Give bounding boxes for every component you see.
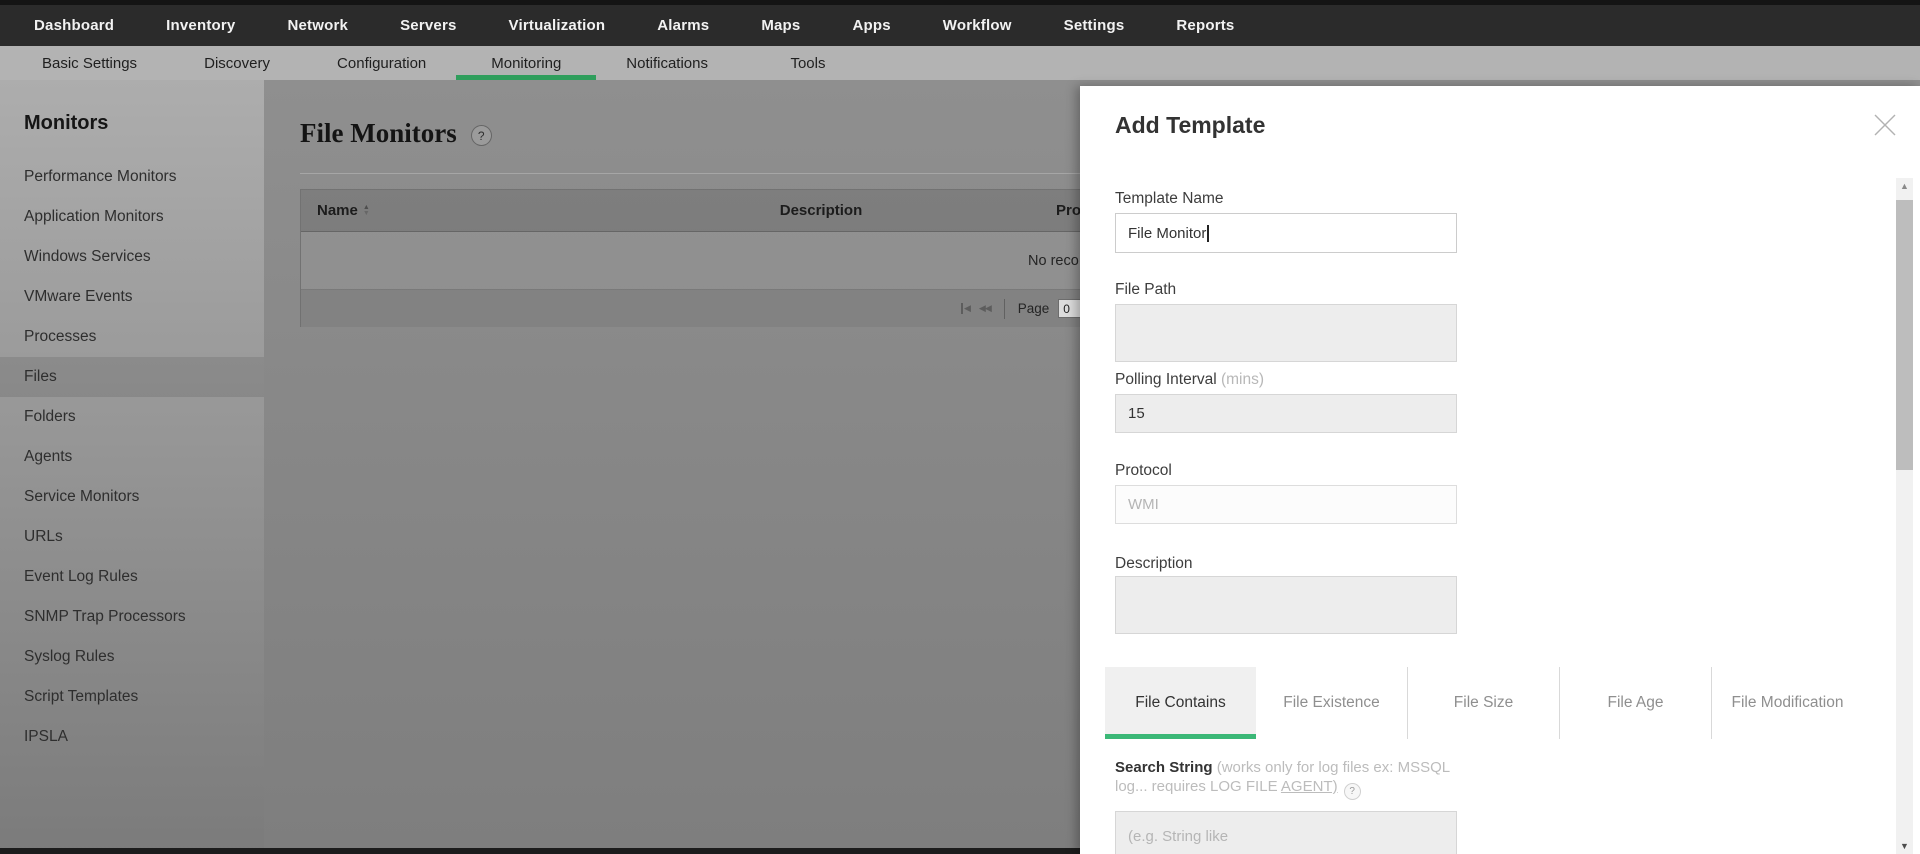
subnav-tools[interactable]: Tools xyxy=(738,46,878,80)
sidebar-item-agents[interactable]: Agents xyxy=(0,437,264,477)
nav-network[interactable]: Network xyxy=(261,5,374,46)
polling-interval-label: Polling Interval (mins) xyxy=(1115,371,1265,388)
column-header-name-label: Name xyxy=(317,202,358,219)
page-label: Page xyxy=(1017,301,1050,316)
search-help-icon[interactable]: ? xyxy=(1343,783,1361,800)
sidebar-item-script-templates[interactable]: Script Templates xyxy=(0,677,264,717)
page-title: File Monitors xyxy=(300,118,457,148)
protocol-input[interactable] xyxy=(1115,485,1457,524)
bottom-scroll-strip[interactable] xyxy=(0,848,1080,854)
template-name-label: Template Name xyxy=(1115,190,1224,207)
sidebar-item-processes[interactable]: Processes xyxy=(0,317,264,357)
tab-file-modification[interactable]: File Modification xyxy=(1712,667,1863,739)
nav-inventory[interactable]: Inventory xyxy=(140,5,261,46)
sidebar-title: Monitors xyxy=(24,112,109,134)
file-path-label: File Path xyxy=(1115,281,1177,298)
prev-page-icon[interactable]: ◀◀ xyxy=(979,303,992,314)
file-monitors-table: Name ▲ ▼ Description Pro No reco ◀ ◀◀ Pa… xyxy=(300,189,1160,327)
subnav-configuration[interactable]: Configuration xyxy=(307,46,456,80)
table-header-row: Name ▲ ▼ Description Pro xyxy=(301,190,1159,232)
sidebar-item-snmp-trap-processors[interactable]: SNMP Trap Processors xyxy=(0,597,264,637)
panel-scrollbar[interactable]: ▲ ▼ xyxy=(1896,178,1913,854)
nav-servers[interactable]: Servers xyxy=(374,5,482,46)
template-name-value: File Monitor xyxy=(1128,224,1207,242)
top-hairline xyxy=(0,0,1920,5)
sidebar-item-ipsla[interactable]: IPSLA xyxy=(0,717,264,757)
table-body: No reco xyxy=(301,232,1159,290)
scroll-up-icon[interactable]: ▲ xyxy=(1896,181,1913,191)
first-page-icon[interactable]: ◀ xyxy=(961,303,971,314)
sidebar-item-folders[interactable]: Folders xyxy=(0,397,264,437)
polling-interval-input[interactable]: 15 xyxy=(1115,394,1457,433)
scroll-down-icon[interactable]: ▼ xyxy=(1896,841,1913,851)
scrollbar-thumb[interactable] xyxy=(1896,200,1913,470)
tab-file-contains[interactable]: File Contains xyxy=(1105,667,1256,739)
settings-sub-navigation: Basic Settings Discovery Configuration M… xyxy=(0,46,1920,80)
monitors-sidebar: Monitors Performance Monitors Applicatio… xyxy=(0,80,264,854)
file-path-input[interactable] xyxy=(1115,304,1457,362)
nav-apps[interactable]: Apps xyxy=(826,5,916,46)
agent-link[interactable]: AGENT) xyxy=(1281,778,1338,795)
search-string-input[interactable] xyxy=(1115,811,1457,854)
nav-alarms[interactable]: Alarms xyxy=(631,5,735,46)
page-help-icon[interactable]: ? xyxy=(470,125,492,146)
nav-dashboard[interactable]: Dashboard xyxy=(8,5,140,46)
subnav-discovery[interactable]: Discovery xyxy=(167,46,307,80)
column-header-description[interactable]: Description xyxy=(641,202,1001,219)
nav-maps[interactable]: Maps xyxy=(735,5,826,46)
close-icon[interactable] xyxy=(1872,112,1898,138)
protocol-label: Protocol xyxy=(1115,462,1172,479)
pager-divider xyxy=(1003,298,1005,319)
top-navigation: Dashboard Inventory Network Servers Virt… xyxy=(0,5,1920,46)
column-header-name[interactable]: Name ▲ ▼ xyxy=(301,202,641,219)
nav-settings[interactable]: Settings xyxy=(1038,5,1151,46)
text-caret xyxy=(1207,224,1209,242)
tab-file-existence[interactable]: File Existence xyxy=(1256,667,1408,739)
sidebar-item-syslog-rules[interactable]: Syslog Rules xyxy=(0,637,264,677)
table-pagination: ◀ ◀◀ Page xyxy=(301,290,1159,327)
nav-virtualization[interactable]: Virtualization xyxy=(483,5,632,46)
tab-file-size[interactable]: File Size xyxy=(1408,667,1560,739)
subnav-notifications[interactable]: Notifications xyxy=(596,46,738,80)
subnav-basic-settings[interactable]: Basic Settings xyxy=(12,46,167,80)
title-divider xyxy=(300,173,1162,174)
search-string-label: Search String (works only for log files … xyxy=(1115,758,1465,800)
drawer-title: Add Template xyxy=(1115,112,1266,138)
add-template-drawer: Add Template Template Name File Monitor … xyxy=(1080,86,1920,854)
condition-tabs: File Contains File Existence File Size F… xyxy=(1105,667,1863,739)
sidebar-item-performance-monitors[interactable]: Performance Monitors xyxy=(0,157,264,197)
description-input[interactable] xyxy=(1115,576,1457,634)
sidebar-item-urls[interactable]: URLs xyxy=(0,517,264,557)
empty-records-text: No reco xyxy=(1028,252,1079,269)
sort-icon[interactable]: ▲ ▼ xyxy=(363,204,370,217)
nav-workflow[interactable]: Workflow xyxy=(917,5,1038,46)
sidebar-item-event-log-rules[interactable]: Event Log Rules xyxy=(0,557,264,597)
sidebar-item-vmware-events[interactable]: VMware Events xyxy=(0,277,264,317)
nav-reports[interactable]: Reports xyxy=(1150,5,1260,46)
sidebar-item-application-monitors[interactable]: Application Monitors xyxy=(0,197,264,237)
description-label: Description xyxy=(1115,555,1193,572)
template-name-input[interactable]: File Monitor xyxy=(1115,213,1457,253)
sidebar-item-files[interactable]: Files xyxy=(0,357,264,397)
sidebar-item-windows-services[interactable]: Windows Services xyxy=(0,237,264,277)
tab-file-age[interactable]: File Age xyxy=(1560,667,1712,739)
sidebar-item-service-monitors[interactable]: Service Monitors xyxy=(0,477,264,517)
app-root: Dashboard Inventory Network Servers Virt… xyxy=(0,0,1920,854)
subnav-monitoring[interactable]: Monitoring xyxy=(456,46,597,80)
